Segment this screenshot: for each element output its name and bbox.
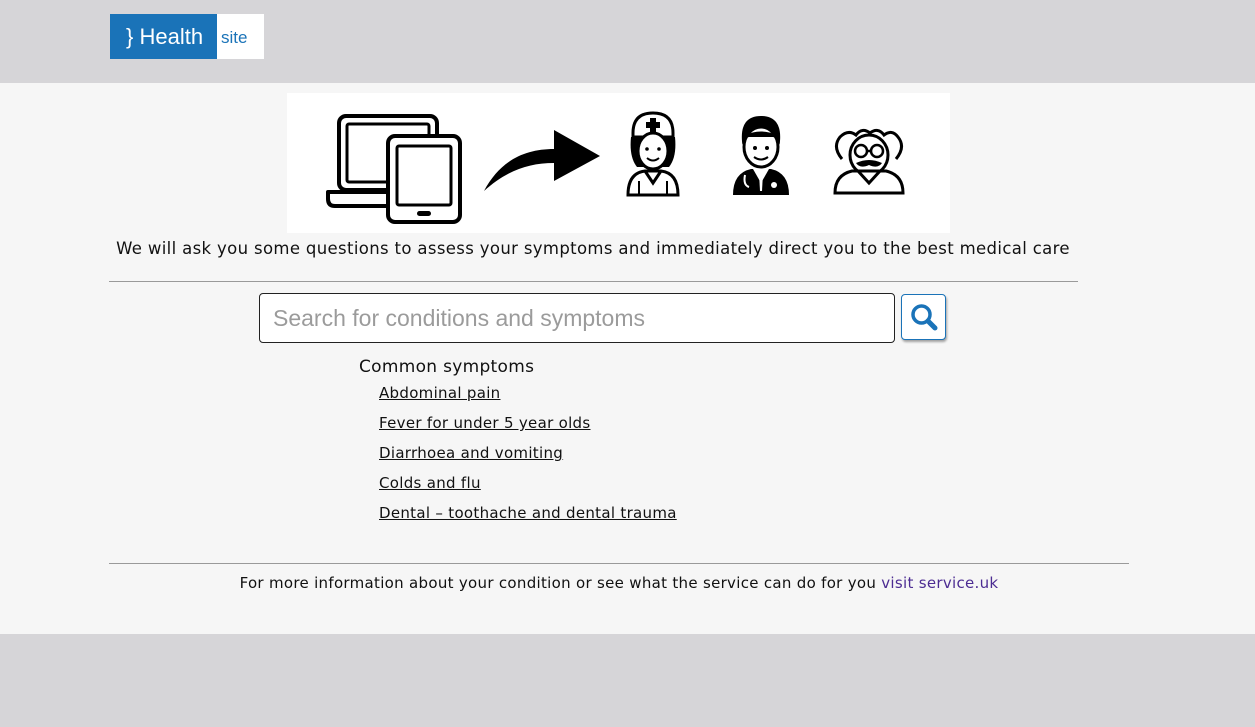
- arrow-icon: [484, 130, 600, 191]
- search-icon: [911, 304, 938, 331]
- hero-banner: [287, 93, 950, 233]
- visit-service-link[interactable]: visit service.uk: [881, 574, 998, 592]
- symptom-link-fever-under-5[interactable]: Fever for under 5 year olds: [379, 414, 591, 432]
- symptom-link-abdominal-pain[interactable]: Abdominal pain: [379, 384, 500, 402]
- doctor-icon: [733, 115, 789, 195]
- logo-suffix: site: [221, 28, 248, 47]
- list-item: Colds and flu: [379, 473, 677, 503]
- intro-text: We will ask you some questions to assess…: [116, 239, 1070, 258]
- footer-divider: [109, 563, 1129, 564]
- symptom-list: Abdominal pain Fever for under 5 year ol…: [359, 383, 677, 533]
- site-header: } Health site: [0, 0, 1255, 83]
- nurse-icon: [626, 111, 680, 197]
- divider: [109, 281, 1078, 282]
- site-logo[interactable]: } Health site: [110, 14, 264, 59]
- main-panel: We will ask you some questions to assess…: [0, 83, 1255, 634]
- list-item: Diarrhoea and vomiting: [379, 443, 677, 473]
- devices-icon: [326, 114, 462, 224]
- symptom-link-diarrhoea-vomiting[interactable]: Diarrhoea and vomiting: [379, 444, 563, 462]
- list-item: Fever for under 5 year olds: [379, 413, 677, 443]
- common-symptoms: Common symptoms Abdominal pain Fever for…: [359, 357, 677, 533]
- search-button[interactable]: [901, 294, 946, 340]
- list-item: Abdominal pain: [379, 383, 677, 413]
- footer-text: For more information about your conditio…: [239, 574, 882, 592]
- elderly-doctor-icon: [833, 128, 905, 195]
- common-symptoms-heading: Common symptoms: [359, 357, 535, 377]
- symptom-link-colds-flu[interactable]: Colds and flu: [379, 474, 481, 492]
- footer-info: For more information about your conditio…: [0, 574, 1238, 592]
- symptom-link-dental[interactable]: Dental – toothache and dental trauma: [379, 504, 677, 522]
- search-input[interactable]: [259, 293, 895, 343]
- logo-brand: } Health: [110, 14, 217, 59]
- list-item: Dental – toothache and dental trauma: [379, 503, 677, 533]
